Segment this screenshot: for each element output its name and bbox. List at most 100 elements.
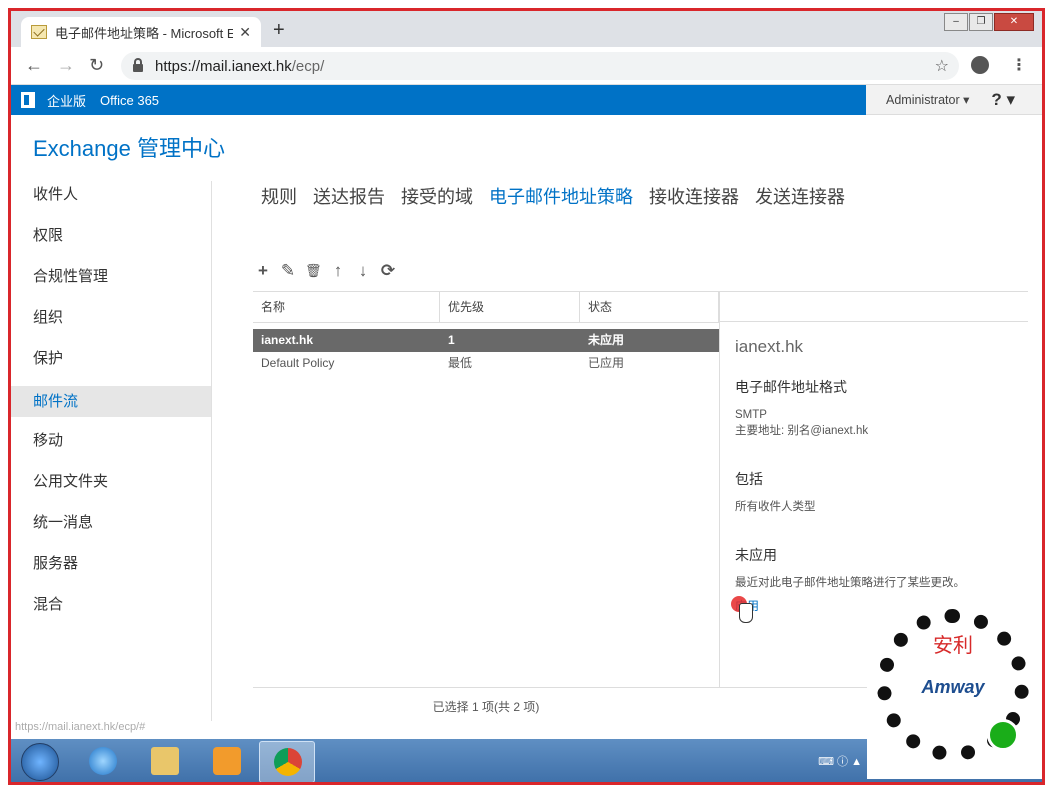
browser-titlebar: 电子邮件地址策略 - Microsoft E ✕ + – ❐ ✕ xyxy=(11,11,1042,47)
nav-item-public-folders[interactable]: 公用文件夹 xyxy=(11,468,211,509)
office-logo-icon[interactable] xyxy=(21,92,35,108)
format-primary: 主要地址: 别名@ianext.hk xyxy=(735,425,869,437)
tab-rules[interactable]: 规则 xyxy=(261,183,297,209)
left-navigation: 收件人 权限 合规性管理 组织 保护 邮件流 移动 公用文件夹 统一消息 服务器… xyxy=(11,181,211,632)
add-icon[interactable]: + xyxy=(255,261,271,281)
address-bar[interactable]: https://mail.ianext.hk/ecp/ ☆ xyxy=(121,52,959,80)
nav-item-unified-messaging[interactable]: 统一消息 xyxy=(11,509,211,550)
nav-item-compliance[interactable]: 合规性管理 xyxy=(11,263,211,304)
tab-accepted-domains[interactable]: 接受的域 xyxy=(401,183,473,209)
hand-cursor-icon xyxy=(739,603,753,623)
tab-receive-connectors[interactable]: 接收连接器 xyxy=(649,183,739,209)
explorer-taskbar-button[interactable] xyxy=(137,741,193,782)
account-icon[interactable] xyxy=(971,56,989,74)
row-status: 未应用 xyxy=(588,333,625,347)
list-header: 名称 优先级 状态 xyxy=(253,292,719,323)
edit-icon[interactable]: ✎ xyxy=(280,261,296,281)
nav-item-recipients[interactable]: 收件人 xyxy=(11,181,211,222)
browser-toolbar: ← → ↻ https://mail.ianext.hk/ecp/ ☆ ⋮ xyxy=(11,47,1042,85)
row-name: ianext.hk xyxy=(261,333,314,347)
reload-icon[interactable]: ↻ xyxy=(89,55,104,76)
include-value: 所有收件人类型 xyxy=(735,501,816,513)
row-status: 已应用 xyxy=(588,356,625,370)
row-name: Default Policy xyxy=(261,356,335,370)
section-heading: 电子邮件地址格式 xyxy=(735,379,847,395)
folder-icon xyxy=(151,747,179,775)
ie-taskbar-button[interactable] xyxy=(75,741,131,782)
back-arrow-icon[interactable]: ← xyxy=(25,55,43,76)
details-title: ianext.hk xyxy=(735,337,804,356)
policy-list: 名称 优先级 状态 ianext.hk 1 未应用 Default Policy… xyxy=(253,291,719,687)
move-down-icon[interactable]: ↓ xyxy=(355,261,371,281)
browser-tab[interactable]: 电子邮件地址策略 - Microsoft E ✕ xyxy=(21,17,261,47)
amway-cn-logo: 安利 xyxy=(933,633,973,657)
user-area: Administrator ▾ ? ▾ xyxy=(866,85,1042,115)
tab-title: 电子邮件地址策略 - Microsoft E xyxy=(55,25,234,41)
url-host: https://mail.ianext.hk xyxy=(155,57,292,75)
mini-program-badge-icon xyxy=(987,719,1019,751)
page-title: Exchange 管理中心 xyxy=(33,136,225,161)
nav-item-hybrid[interactable]: 混合 xyxy=(11,591,211,632)
tab-delivery-reports[interactable]: 送达报告 xyxy=(313,183,385,209)
chrome-taskbar-button[interactable] xyxy=(259,741,315,782)
status-text: 最近对此电子邮件地址策略进行了某些更改。 xyxy=(735,577,965,589)
media-player-icon xyxy=(213,747,241,775)
browser-menu-icon[interactable]: ⋮ xyxy=(1011,55,1027,75)
close-icon[interactable]: ✕ xyxy=(239,24,251,41)
tab-send-connectors[interactable]: 发送连接器 xyxy=(755,183,845,209)
new-tab-button[interactable]: + xyxy=(273,19,285,42)
office365-link[interactable]: Office 365 xyxy=(100,93,159,108)
column-header-name[interactable]: 名称 xyxy=(253,292,440,322)
refresh-icon[interactable]: ⟳ xyxy=(380,261,396,281)
nav-item-servers[interactable]: 服务器 xyxy=(11,550,211,591)
help-menu[interactable]: ? ▾ xyxy=(991,90,1015,110)
nav-item-protection[interactable]: 保护 xyxy=(11,345,211,386)
start-button[interactable] xyxy=(21,743,59,781)
minimize-button[interactable]: – xyxy=(944,13,968,31)
internet-explorer-icon xyxy=(89,747,117,775)
delete-icon[interactable]: 🗑 xyxy=(305,263,322,279)
window-close-button[interactable]: ✕ xyxy=(994,13,1034,31)
nav-item-organization[interactable]: 组织 xyxy=(11,304,211,345)
table-row[interactable]: ianext.hk 1 未应用 xyxy=(253,329,719,352)
nav-item-mail-flow[interactable]: 邮件流 xyxy=(11,386,211,417)
mailflow-tabs: 规则 送达报告 接受的域 电子邮件地址策略 接收连接器 发送连接器 xyxy=(261,183,861,209)
details-footer-line xyxy=(719,687,879,688)
bookmark-star-icon[interactable]: ☆ xyxy=(935,56,949,76)
section-heading: 包括 xyxy=(735,471,763,487)
screen-frame: 电子邮件地址策略 - Microsoft E ✕ + – ❐ ✕ ← → ↻ h… xyxy=(8,8,1045,785)
address-format-section: 电子邮件地址格式 SMTP 主要地址: 别名@ianext.hk xyxy=(735,377,1025,439)
amway-logo: Amway xyxy=(921,676,985,697)
include-section: 包括 所有收件人类型 xyxy=(735,469,1025,515)
list-toolbar: + ✎ 🗑 ↑ ↓ ⟳ xyxy=(255,261,405,281)
system-tray[interactable]: ⌨ ⓘ ▲ xyxy=(818,753,862,769)
list-footer: 已选择 1 项(共 2 项) xyxy=(253,687,719,727)
details-pane: ianext.hk 电子邮件地址格式 SMTP 主要地址: 别名@ianext.… xyxy=(731,337,1025,623)
media-taskbar-button[interactable] xyxy=(199,741,255,782)
office365-navbar: 企业版 Office 365 xyxy=(11,85,866,115)
nav-item-mobile[interactable]: 移动 xyxy=(11,427,211,468)
column-header-priority[interactable]: 优先级 xyxy=(440,292,580,322)
row-priority: 1 xyxy=(448,333,455,347)
forward-arrow-icon[interactable]: → xyxy=(57,55,75,76)
qr-code-overlay: Amway 安利 xyxy=(867,601,1042,779)
format-type: SMTP xyxy=(735,409,767,421)
edition-link[interactable]: 企业版 xyxy=(47,91,86,110)
envelope-icon xyxy=(31,25,47,39)
user-menu[interactable]: Administrator ▾ xyxy=(886,92,969,107)
nav-divider xyxy=(211,181,212,721)
url-path: /ecp/ xyxy=(291,57,325,75)
section-heading: 未应用 xyxy=(735,547,777,563)
window-controls: – ❐ ✕ xyxy=(943,13,1034,31)
row-priority: 最低 xyxy=(448,356,473,370)
nav-item-permissions[interactable]: 权限 xyxy=(11,222,211,263)
details-divider xyxy=(719,291,720,687)
chrome-icon xyxy=(274,748,302,776)
column-header-status[interactable]: 状态 xyxy=(580,292,719,322)
details-header-strip xyxy=(719,291,1028,322)
table-row[interactable]: Default Policy 最低 已应用 xyxy=(253,352,719,375)
tab-email-address-policies[interactable]: 电子邮件地址策略 xyxy=(489,183,633,209)
move-up-icon[interactable]: ↑ xyxy=(330,261,346,281)
status-bar-url: https://mail.ianext.hk/ecp/# xyxy=(15,721,146,733)
restore-button[interactable]: ❐ xyxy=(969,13,993,31)
